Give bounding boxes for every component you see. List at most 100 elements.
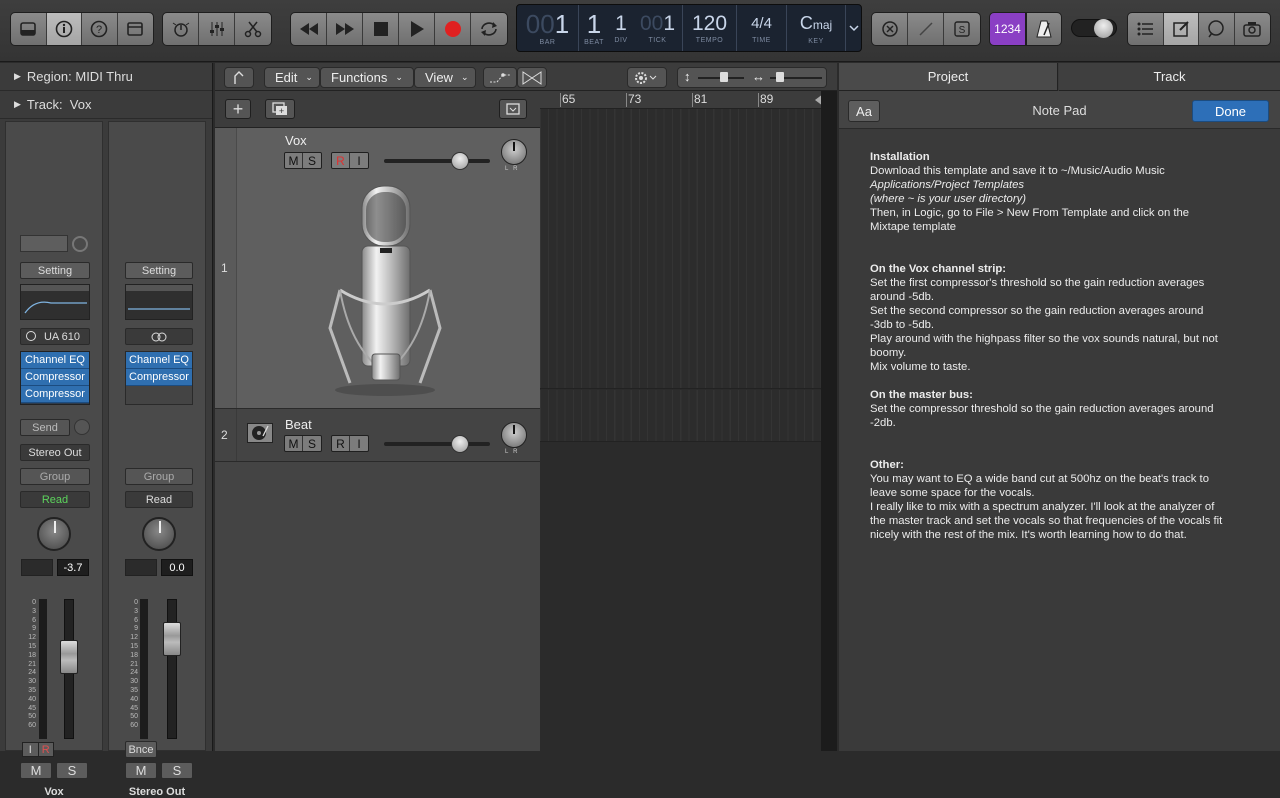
automation-mode[interactable]: Read [125,491,193,508]
volume-fader-track[interactable] [167,599,177,739]
track-record-button[interactable]: R [332,436,350,451]
lcd-key[interactable]: Cmaj KEY [787,5,845,51]
edit-menu[interactable]: Edit ⌄ [264,67,320,88]
metronome-icon[interactable] [1026,12,1062,46]
automation-mode[interactable]: Read [20,491,90,508]
volume-value[interactable]: 0.0 [161,559,193,576]
send-slot[interactable]: Send [20,419,70,436]
mute-button[interactable]: M [125,762,157,779]
track-input-monitor-button[interactable]: I [350,153,368,168]
track-volume-knob[interactable] [451,152,470,170]
track-name[interactable]: Beat [285,417,312,432]
track-header-beat[interactable]: 2 Beat M S R I L R [215,409,540,462]
empty-track-header-area[interactable] [215,462,540,751]
smart-controls-icon[interactable] [163,13,199,45]
track-record-button[interactable]: R [332,153,350,168]
track-solo-button[interactable]: S [303,436,321,451]
track-lane-1[interactable] [540,109,837,389]
note-pad-text[interactable]: Installation Download this template and s… [870,150,1255,542]
lcd-display[interactable]: 001 BAR 1 BEAT 1 DIV 001 TICK 120 TEMPO … [516,4,862,52]
volume-fader-cap[interactable] [163,622,181,656]
solo-button[interactable]: S [56,762,88,779]
help-icon[interactable]: ? [82,13,118,45]
vertical-scrollbar[interactable] [821,91,837,751]
lcd-tempo[interactable]: 120 TEMPO [683,5,737,51]
lcd-time-signature[interactable]: 4/4 TIME [737,5,787,51]
track-input-monitor-button[interactable]: I [350,436,368,451]
record-icon[interactable] [435,13,471,45]
lcd-menu-button[interactable] [845,5,861,51]
track-volume-knob[interactable] [451,435,470,453]
track-lane-2[interactable] [540,390,837,442]
done-button[interactable]: Done [1192,100,1269,122]
catch-playhead-icon[interactable] [224,67,254,88]
input-monitor-button[interactable]: I [23,743,38,756]
track-mute-button[interactable]: M [285,436,303,451]
functions-menu[interactable]: Functions ⌄ [320,67,414,88]
toolbar-toggle-icon[interactable] [118,13,153,45]
info-icon[interactable] [46,13,82,45]
region-inspector-header[interactable]: ▶ Region: MIDI Thru [0,63,212,91]
plugin-slot[interactable]: Channel EQ [21,352,89,369]
eq-thumbnail[interactable] [125,284,193,320]
count-in-button[interactable]: 1234 [989,12,1026,46]
browser-icon[interactable] [1235,13,1270,45]
view-menu[interactable]: View ⌄ [414,67,476,88]
library-icon[interactable] [11,13,47,45]
plugin-slot[interactable]: Compressor [21,369,89,386]
flex-icon[interactable] [517,67,547,88]
track-mute-button[interactable]: M [285,153,303,168]
track-inspector-header[interactable]: ▶ Track: Vox [0,91,212,119]
replace-icon[interactable] [872,13,908,45]
master-volume-slider[interactable] [1071,19,1117,38]
tab-track[interactable]: Track [1059,63,1280,91]
automation-icon[interactable] [483,67,517,88]
loop-browser-icon[interactable] [1199,13,1235,45]
solo-button[interactable]: S [161,762,193,779]
track-volume-slider[interactable] [384,159,490,163]
stereo-link-icon[interactable] [125,328,193,345]
setting-button[interactable]: Setting [125,262,193,279]
setting-button[interactable]: Setting [20,262,90,279]
group-slot[interactable]: Group [20,468,90,485]
group-slot[interactable]: Group [125,468,193,485]
eq-thumbnail[interactable] [20,284,90,320]
cycle-icon[interactable] [471,13,507,45]
play-icon[interactable] [399,13,435,45]
output-slot[interactable]: Stereo Out [20,444,90,461]
horizontal-zoom-handle[interactable] [776,72,784,82]
record-enable-button[interactable]: R [37,743,53,756]
track-solo-button[interactable]: S [303,153,321,168]
notepad-icon[interactable] [1163,13,1199,45]
track-header-vox[interactable]: 1 Vox M S R I L R [215,128,540,409]
pan-knob[interactable] [37,517,71,551]
fast-forward-icon[interactable] [327,13,363,45]
track-pan-knob[interactable] [501,139,527,165]
gear-icon[interactable] [627,67,667,88]
plugin-slot[interactable]: Channel EQ [126,352,192,369]
send-level-knob[interactable] [74,419,90,435]
track-volume-slider[interactable] [384,442,490,446]
stop-icon[interactable] [363,13,399,45]
list-editors-icon[interactable] [1128,13,1164,45]
volume-value[interactable]: -3.7 [57,559,89,576]
solo-icon[interactable]: S [944,13,980,45]
add-track-icon[interactable]: + [225,99,251,119]
mute-button[interactable]: M [20,762,52,779]
track-name[interactable]: Vox [285,133,307,148]
global-tracks-icon[interactable] [499,99,527,119]
scissors-icon[interactable] [235,13,271,45]
plugin-slot[interactable]: Compressor [126,369,192,386]
tab-project[interactable]: Project [839,63,1058,91]
bounce-button[interactable]: Bnce [125,741,157,758]
rewind-icon[interactable] [291,13,327,45]
balance-knob[interactable] [142,517,176,551]
ruler[interactable]: 65 73 81 89 9 [540,91,837,109]
input-slot[interactable]: UA 610 [20,328,90,345]
vertical-zoom-handle[interactable] [720,72,728,82]
track-pan-knob[interactable] [501,422,527,448]
channel-name[interactable]: Vox [6,786,102,798]
mixer-icon[interactable] [199,13,235,45]
plugin-slot[interactable]: Compressor [21,386,89,403]
duplicate-track-icon[interactable]: + [265,99,295,119]
